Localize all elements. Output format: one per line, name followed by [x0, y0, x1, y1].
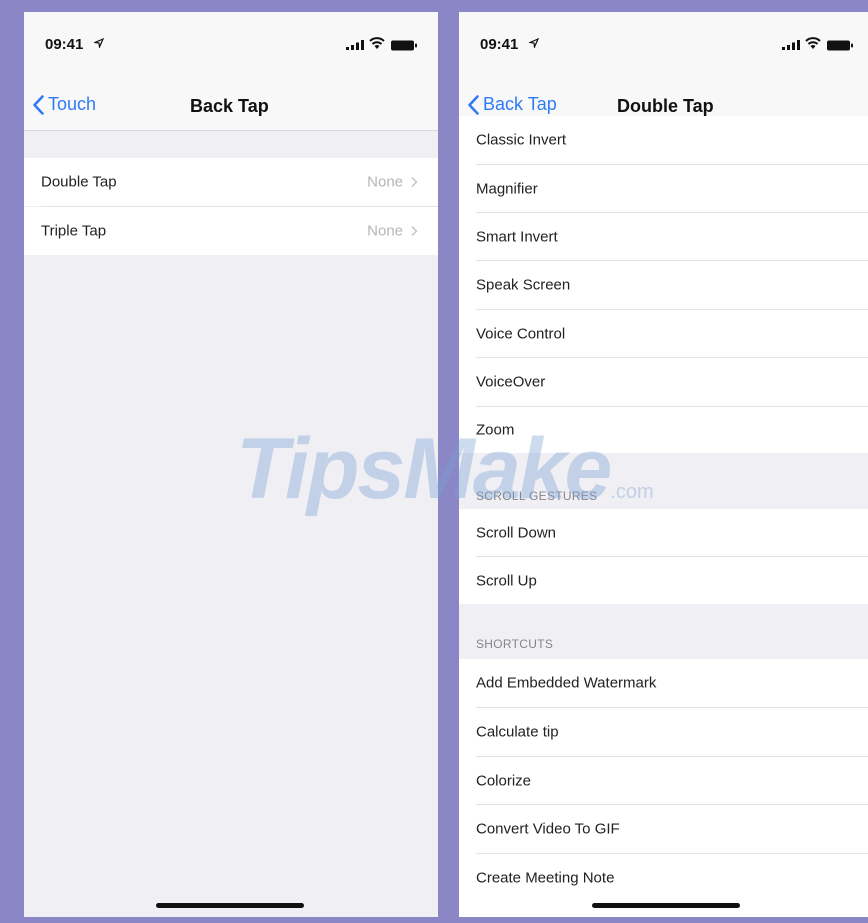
back-button-label: Touch	[48, 94, 97, 114]
watermark-suffix: .com	[610, 481, 654, 503]
list-item[interactable]: Create Meeting Note	[459, 854, 868, 902]
triple-tap-row[interactable]: Triple Tap None	[24, 207, 438, 255]
signal-icon	[346, 40, 364, 50]
navigation-bar: Touch Back Tap	[24, 76, 438, 131]
chevron-right-icon	[411, 176, 418, 188]
battery-icon	[391, 40, 417, 51]
list-item-label: Create Meeting Note	[476, 869, 615, 887]
status-time: 09:41	[480, 36, 519, 53]
list-item[interactable]: Magnifier	[459, 165, 868, 212]
chevron-left-icon	[33, 94, 44, 115]
list-item-label: VoiceOver	[476, 373, 546, 391]
list-item[interactable]: Colorize	[459, 757, 868, 804]
page-title: Back Tap	[190, 96, 269, 116]
list-item-label: Smart Invert	[476, 228, 558, 245]
list-item-label: Scroll Up	[476, 572, 537, 589]
chevron-left-icon	[468, 94, 479, 115]
list-item[interactable]: VoiceOver	[459, 358, 868, 406]
list-item[interactable]: Voice Control	[459, 310, 868, 357]
list-item[interactable]: Smart Invert	[459, 213, 868, 260]
row-value: None	[367, 173, 403, 191]
double-tap-row[interactable]: Double Tap None	[24, 158, 438, 206]
section-header-shortcuts: SHORTCUTS	[476, 637, 554, 651]
row-label: Double Tap	[41, 173, 117, 191]
list-item[interactable]: Scroll Up	[459, 557, 868, 604]
list-item[interactable]: Classic Invert	[459, 116, 868, 164]
status-bar: 09:41	[459, 12, 868, 76]
list-item-label: Voice Control	[476, 325, 566, 342]
section-header-bg: SHORTCUTS	[459, 604, 868, 659]
home-indicator[interactable]	[592, 903, 740, 908]
list-item-label: Scroll Down	[476, 524, 557, 541]
watermark-text: TipsMake	[236, 421, 612, 517]
status-time: 09:41	[45, 36, 84, 53]
location-arrow-icon	[94, 38, 104, 48]
back-button-label: Back Tap	[483, 94, 557, 114]
list-item[interactable]: Calculate tip	[459, 708, 868, 756]
row-label: Triple Tap	[41, 222, 107, 240]
list-item-label: Classic Invert	[476, 131, 567, 149]
list-item-label: Add Embedded Watermark	[476, 674, 657, 692]
battery-icon	[827, 40, 853, 51]
list-item-label: Convert Video To GIF	[476, 820, 620, 838]
list-item-label: Colorize	[476, 772, 532, 789]
back-button[interactable]: Back Tap	[468, 94, 557, 115]
status-bar: 09:41	[24, 12, 438, 76]
list-item[interactable]: Speak Screen	[459, 261, 868, 309]
wifi-icon	[369, 37, 385, 49]
watermark: TipsMake.com	[236, 420, 654, 519]
list-item[interactable]: Add Embedded Watermark	[459, 659, 868, 707]
page-title: Double Tap	[617, 96, 714, 116]
list-item-label: Calculate tip	[476, 723, 559, 741]
list-item-label: Magnifier	[476, 180, 538, 197]
location-arrow-icon	[529, 38, 539, 48]
chevron-right-icon	[411, 225, 418, 237]
signal-icon	[782, 40, 800, 50]
back-button[interactable]: Touch	[33, 94, 96, 115]
list-item[interactable]: Convert Video To GIF	[459, 805, 868, 853]
row-value: None	[367, 222, 403, 240]
home-indicator[interactable]	[156, 903, 304, 908]
wifi-icon	[805, 37, 821, 49]
list-item-label: Speak Screen	[476, 276, 571, 294]
